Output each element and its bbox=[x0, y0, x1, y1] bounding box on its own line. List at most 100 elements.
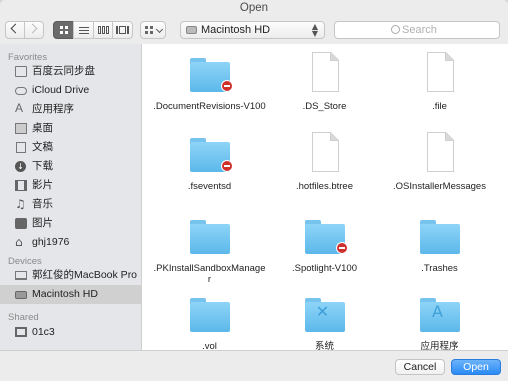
file-item[interactable]: A 应用程序 bbox=[382, 292, 497, 350]
file-item[interactable]: .vol bbox=[152, 292, 267, 350]
desktop-icon bbox=[15, 123, 27, 134]
file-name: .file bbox=[432, 101, 447, 112]
applications-icon: A bbox=[15, 101, 24, 115]
sidebar-item-home[interactable]: ⌂ ghj1976 bbox=[0, 233, 141, 252]
restricted-badge-icon bbox=[220, 80, 233, 92]
sidebar-item-downloads[interactable]: ↓ 下载 bbox=[0, 157, 141, 176]
document-icon bbox=[418, 132, 462, 176]
icon-view-button[interactable] bbox=[53, 21, 73, 39]
folder-icon bbox=[188, 292, 232, 336]
file-name: .fseventsd bbox=[187, 181, 232, 192]
sidebar-item-label: Macintosh HD bbox=[32, 288, 98, 300]
file-item[interactable]: .OSInstallerMessages bbox=[382, 132, 497, 192]
laptop-icon bbox=[15, 271, 27, 280]
forward-button[interactable] bbox=[24, 21, 44, 39]
folder-icon bbox=[188, 52, 233, 96]
sidebar-item-pictures[interactable]: 图片 bbox=[0, 214, 141, 233]
sidebar-item-macintosh-hd[interactable]: Macintosh HD bbox=[0, 285, 141, 304]
file-item[interactable]: .PKInstallSandboxManager bbox=[152, 214, 267, 285]
list-view-button[interactable] bbox=[72, 21, 93, 39]
file-item[interactable]: .hotfiles.btree bbox=[267, 132, 382, 192]
open-button[interactable]: Open bbox=[451, 359, 501, 375]
sidebar-item-label: 下载 bbox=[32, 160, 53, 172]
sidebar-item-label: 郭红俊的MacBook Pro bbox=[32, 269, 138, 281]
folder-icon bbox=[15, 66, 27, 77]
restricted-badge-icon bbox=[220, 160, 233, 172]
location-popup[interactable]: Macintosh HD ▲ ▼ bbox=[180, 21, 325, 39]
file-name: .Trashes bbox=[421, 263, 458, 274]
system-folder-icon: ✕ bbox=[303, 292, 347, 336]
sidebar-item-01c3[interactable]: 01c3 bbox=[0, 323, 141, 342]
location-label: Macintosh HD bbox=[201, 24, 271, 36]
monitor-icon bbox=[15, 327, 27, 337]
sidebar-item-documents[interactable]: 文稿 bbox=[0, 138, 141, 157]
sidebar-item-label: 图片 bbox=[32, 217, 53, 229]
view-mode-control bbox=[53, 21, 133, 39]
downloads-icon: ↓ bbox=[15, 161, 26, 172]
search-placeholder: Search bbox=[402, 24, 437, 36]
arrange-menu-button[interactable] bbox=[140, 21, 166, 39]
file-name: .OSInstallerMessages bbox=[393, 181, 486, 192]
updown-chevron-icon: ▲ ▼ bbox=[311, 22, 318, 38]
sidebar-item-applications[interactable]: A 应用程序 bbox=[0, 100, 141, 119]
back-button[interactable] bbox=[5, 21, 25, 39]
disk-icon bbox=[186, 26, 197, 34]
open-dialog: Open Macintosh HD ▲ ▼ Search Favorites 百… bbox=[0, 0, 508, 381]
folder-icon bbox=[188, 214, 232, 258]
home-icon: ⌂ bbox=[15, 235, 23, 249]
file-name: 系统 bbox=[314, 341, 334, 350]
file-item[interactable]: .DocumentRevisions-V100 bbox=[152, 52, 267, 112]
sidebar-item-macbook[interactable]: 郭红俊的MacBook Pro bbox=[0, 266, 141, 285]
sidebar-item-desktop[interactable]: 桌面 bbox=[0, 119, 141, 138]
document-icon bbox=[303, 52, 347, 96]
window-title: Open bbox=[239, 2, 269, 14]
sidebar-item-label: 桌面 bbox=[32, 122, 53, 134]
sidebar-item-icloud[interactable]: iCloud Drive bbox=[0, 81, 141, 100]
file-item[interactable]: .fseventsd bbox=[152, 132, 267, 192]
arrange-grid-icon bbox=[145, 26, 153, 34]
sidebar-item-movies[interactable]: 影片 bbox=[0, 176, 141, 195]
cover-flow-button[interactable] bbox=[112, 21, 133, 39]
dialog-footer: Cancel Open bbox=[0, 350, 508, 381]
sidebar-item-label: ghj1976 bbox=[32, 236, 70, 248]
file-item[interactable]: .Spotlight-V100 bbox=[267, 214, 382, 274]
chevron-right-icon bbox=[27, 23, 38, 34]
search-input[interactable]: Search bbox=[334, 21, 500, 39]
a-emblem-icon: A bbox=[432, 302, 443, 321]
applications-folder-icon: A bbox=[418, 292, 462, 336]
file-name: .Spotlight-V100 bbox=[292, 263, 357, 274]
disk-icon bbox=[15, 291, 27, 299]
file-name: .DS_Store bbox=[302, 101, 347, 112]
grid-icon bbox=[60, 26, 68, 34]
pictures-icon bbox=[15, 218, 27, 229]
file-item[interactable]: .DS_Store bbox=[267, 52, 382, 112]
movies-icon bbox=[15, 180, 27, 191]
column-view-button[interactable] bbox=[92, 21, 113, 39]
music-icon: ♫ bbox=[15, 197, 26, 211]
folder-icon bbox=[418, 214, 462, 258]
sidebar-item-label: 音乐 bbox=[32, 198, 53, 210]
file-name: .vol bbox=[202, 341, 217, 350]
sidebar-item-baidu[interactable]: 百度云同步盘 bbox=[0, 62, 141, 81]
file-item[interactable]: ✕ 系统 bbox=[267, 292, 382, 350]
sidebar-item-label: 影片 bbox=[32, 179, 53, 191]
shared-header: Shared bbox=[8, 312, 39, 323]
cloud-icon bbox=[15, 87, 27, 95]
file-item[interactable]: .Trashes bbox=[382, 214, 497, 274]
x-emblem-icon: ✕ bbox=[315, 302, 330, 321]
file-name: .DocumentRevisions-V100 bbox=[153, 101, 266, 112]
documents-icon bbox=[16, 142, 26, 153]
folder-icon bbox=[303, 214, 348, 258]
file-browser: .DocumentRevisions-V100 .DS_Store .file … bbox=[142, 44, 508, 350]
file-name: 应用程序 bbox=[420, 341, 459, 350]
file-name: .PKInstallSandboxManager bbox=[153, 263, 266, 285]
cancel-button[interactable]: Cancel bbox=[395, 359, 445, 375]
file-item[interactable]: .file bbox=[382, 52, 497, 112]
file-name: .hotfiles.btree bbox=[295, 181, 354, 192]
sidebar-item-label: 应用程序 bbox=[32, 103, 74, 115]
sidebar-item-label: iCloud Drive bbox=[32, 84, 90, 96]
chevron-left-icon bbox=[10, 23, 21, 34]
sidebar-item-music[interactable]: ♫ 音乐 bbox=[0, 195, 141, 214]
chevron-down-icon bbox=[155, 25, 164, 34]
toolbar: Macintosh HD ▲ ▼ Search bbox=[0, 17, 508, 44]
